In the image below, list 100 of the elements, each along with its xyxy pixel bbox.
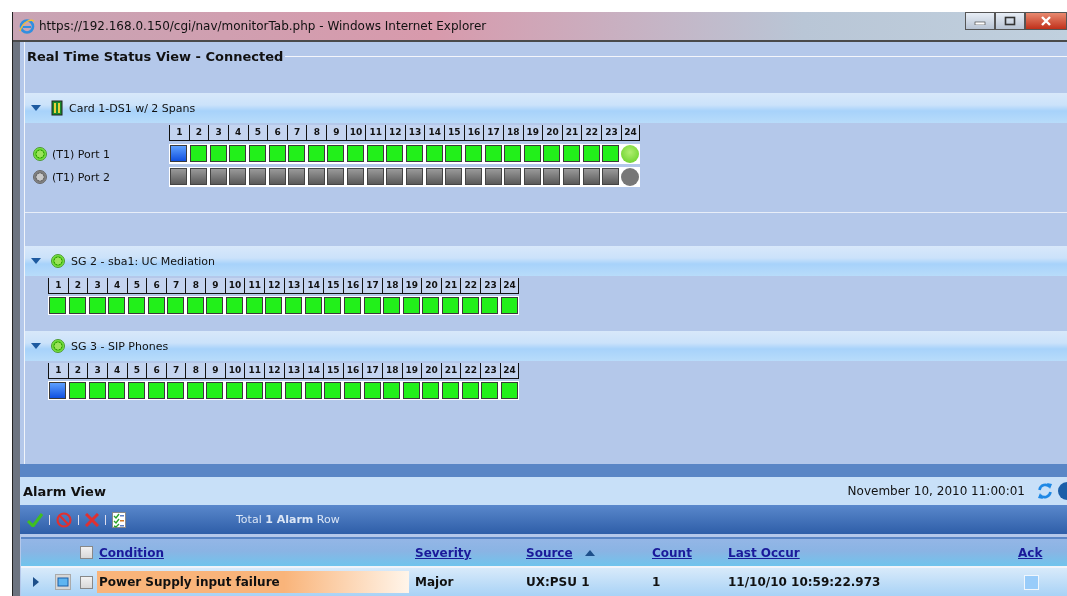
channel-number: 16	[342, 363, 363, 379]
channel-number: 5	[126, 363, 147, 379]
channel-number: 20	[421, 278, 441, 294]
source-cell-text: UX:PSU 1	[525, 575, 591, 589]
channel-number: 24	[499, 278, 520, 294]
channel-number: 4	[106, 363, 127, 379]
channel-number: 5	[247, 125, 268, 141]
help-icon[interactable]	[1057, 482, 1067, 501]
channel-number: 10	[345, 125, 366, 141]
channel-number: 11	[365, 125, 386, 141]
channel-number: 18	[381, 363, 402, 379]
channel-number: 19	[522, 125, 543, 141]
row-checkbox[interactable]	[79, 575, 93, 589]
channel-number: 4	[227, 125, 248, 141]
channel-number: 15	[443, 125, 464, 141]
channel-number: 11	[244, 363, 265, 379]
channel-number: 2	[188, 125, 209, 141]
channel-number: 18	[381, 278, 402, 294]
channel-number: 23	[601, 125, 621, 141]
column-header-link[interactable]: Source	[526, 545, 573, 560]
channel-number: 1	[48, 363, 68, 379]
channel-number: 24	[620, 125, 641, 141]
close-button[interactable]	[1025, 12, 1067, 30]
channel-number: 14	[303, 363, 323, 379]
circuit-board-icon	[51, 100, 63, 116]
channel-number: 6	[267, 125, 287, 141]
channel-number: 3	[208, 125, 228, 141]
channel-number: 8	[185, 363, 206, 379]
channel-number: 8	[185, 278, 206, 294]
channel-number: 21	[440, 363, 461, 379]
window-icon[interactable]	[55, 574, 71, 590]
column-header-link[interactable]: Condition	[99, 545, 164, 560]
channel-number: 1	[48, 278, 68, 294]
channel-number: 7	[286, 125, 307, 141]
channel-number: 24	[499, 363, 520, 379]
count-cell-text: 1	[651, 575, 662, 589]
checkmark-icon[interactable]	[27, 512, 43, 527]
maximize-button[interactable]	[995, 12, 1025, 30]
last-occur-cell-text: 11/10/10 10:59:22.973	[727, 575, 882, 589]
collapse-arrow-icon[interactable]	[31, 342, 41, 350]
group-header[interactable]: SG 3 - SIP Phones	[25, 331, 1067, 361]
channel-number: 15	[322, 363, 343, 379]
column-header-link[interactable]: Ack	[1018, 545, 1043, 560]
browser-logo-icon	[19, 18, 35, 34]
channel-number: 10	[224, 278, 245, 294]
channel-number: 9	[205, 363, 225, 379]
channel-number: 12	[385, 125, 405, 141]
panel-title: Real Time Status View - Connected	[26, 48, 284, 64]
channel-number: 12	[264, 278, 284, 294]
channel-number: 7	[165, 278, 186, 294]
expand-arrow-icon[interactable]	[32, 577, 40, 587]
channel-number: 21	[561, 125, 582, 141]
channel-number: 23	[480, 278, 500, 294]
channel-number: 5	[126, 278, 147, 294]
channel-number: 3	[87, 278, 107, 294]
channel-number: 11	[244, 278, 265, 294]
refresh-icon[interactable]	[1037, 482, 1053, 501]
channel-number: 8	[306, 125, 327, 141]
sort-arrow-icon[interactable]	[584, 549, 595, 556]
minimize-button[interactable]	[965, 12, 995, 30]
channel-number: 6	[146, 278, 166, 294]
channel-number: 20	[542, 125, 562, 141]
channel-number: 17	[362, 363, 382, 379]
channel-number: 10	[224, 363, 245, 379]
collapse-arrow-icon[interactable]	[31, 104, 41, 112]
port-label: (T1) Port 1	[52, 147, 111, 161]
channel-number: 17	[362, 278, 382, 294]
group-header[interactable]: SG 2 - sba1: UC Mediation	[25, 246, 1067, 276]
select-all-checkbox[interactable]	[79, 546, 93, 559]
channel-number: 22	[460, 363, 481, 379]
maximize-icon	[1004, 16, 1016, 26]
channel-number: 21	[440, 278, 461, 294]
group-title: SG 2 - sba1: UC Mediation	[71, 254, 215, 268]
channel-number: 13	[283, 363, 304, 379]
channel-number: 16	[463, 125, 484, 141]
channel-number: 19	[401, 363, 422, 379]
port-label: (T1) Port 2	[52, 170, 111, 184]
channel-number: 20	[421, 363, 441, 379]
group-title: Card 1-DS1 w/ 2 Spans	[69, 101, 196, 115]
checklist-icon[interactable]	[112, 511, 126, 528]
channel-number: 2	[67, 278, 88, 294]
channel-number: 12	[264, 363, 284, 379]
window-title: https://192.168.0.150/cgi/nav/monitorTab.php - Windows Internet Explorer	[39, 19, 487, 33]
ack-checkbox[interactable]	[1024, 574, 1039, 590]
channel-number: 15	[322, 278, 343, 294]
collapse-arrow-icon[interactable]	[31, 257, 41, 265]
channel-number: 17	[483, 125, 503, 141]
channel-number: 7	[165, 363, 186, 379]
channel-number: 14	[424, 125, 444, 141]
channel-number: 2	[67, 363, 88, 379]
channel-number: 19	[401, 278, 422, 294]
alarm-count-text: Total 1 Alarm Row	[236, 513, 340, 527]
channel-number: 23	[480, 363, 500, 379]
column-header-link[interactable]: Count	[652, 545, 692, 560]
group-header[interactable]: Card 1-DS1 w/ 2 Spans	[25, 93, 1067, 123]
close-icon	[1040, 16, 1052, 26]
channel-number: 9	[326, 125, 346, 141]
column-header-link[interactable]: Last Occur	[728, 545, 800, 560]
channel-number: 13	[404, 125, 425, 141]
column-header-link[interactable]: Severity	[415, 545, 472, 560]
